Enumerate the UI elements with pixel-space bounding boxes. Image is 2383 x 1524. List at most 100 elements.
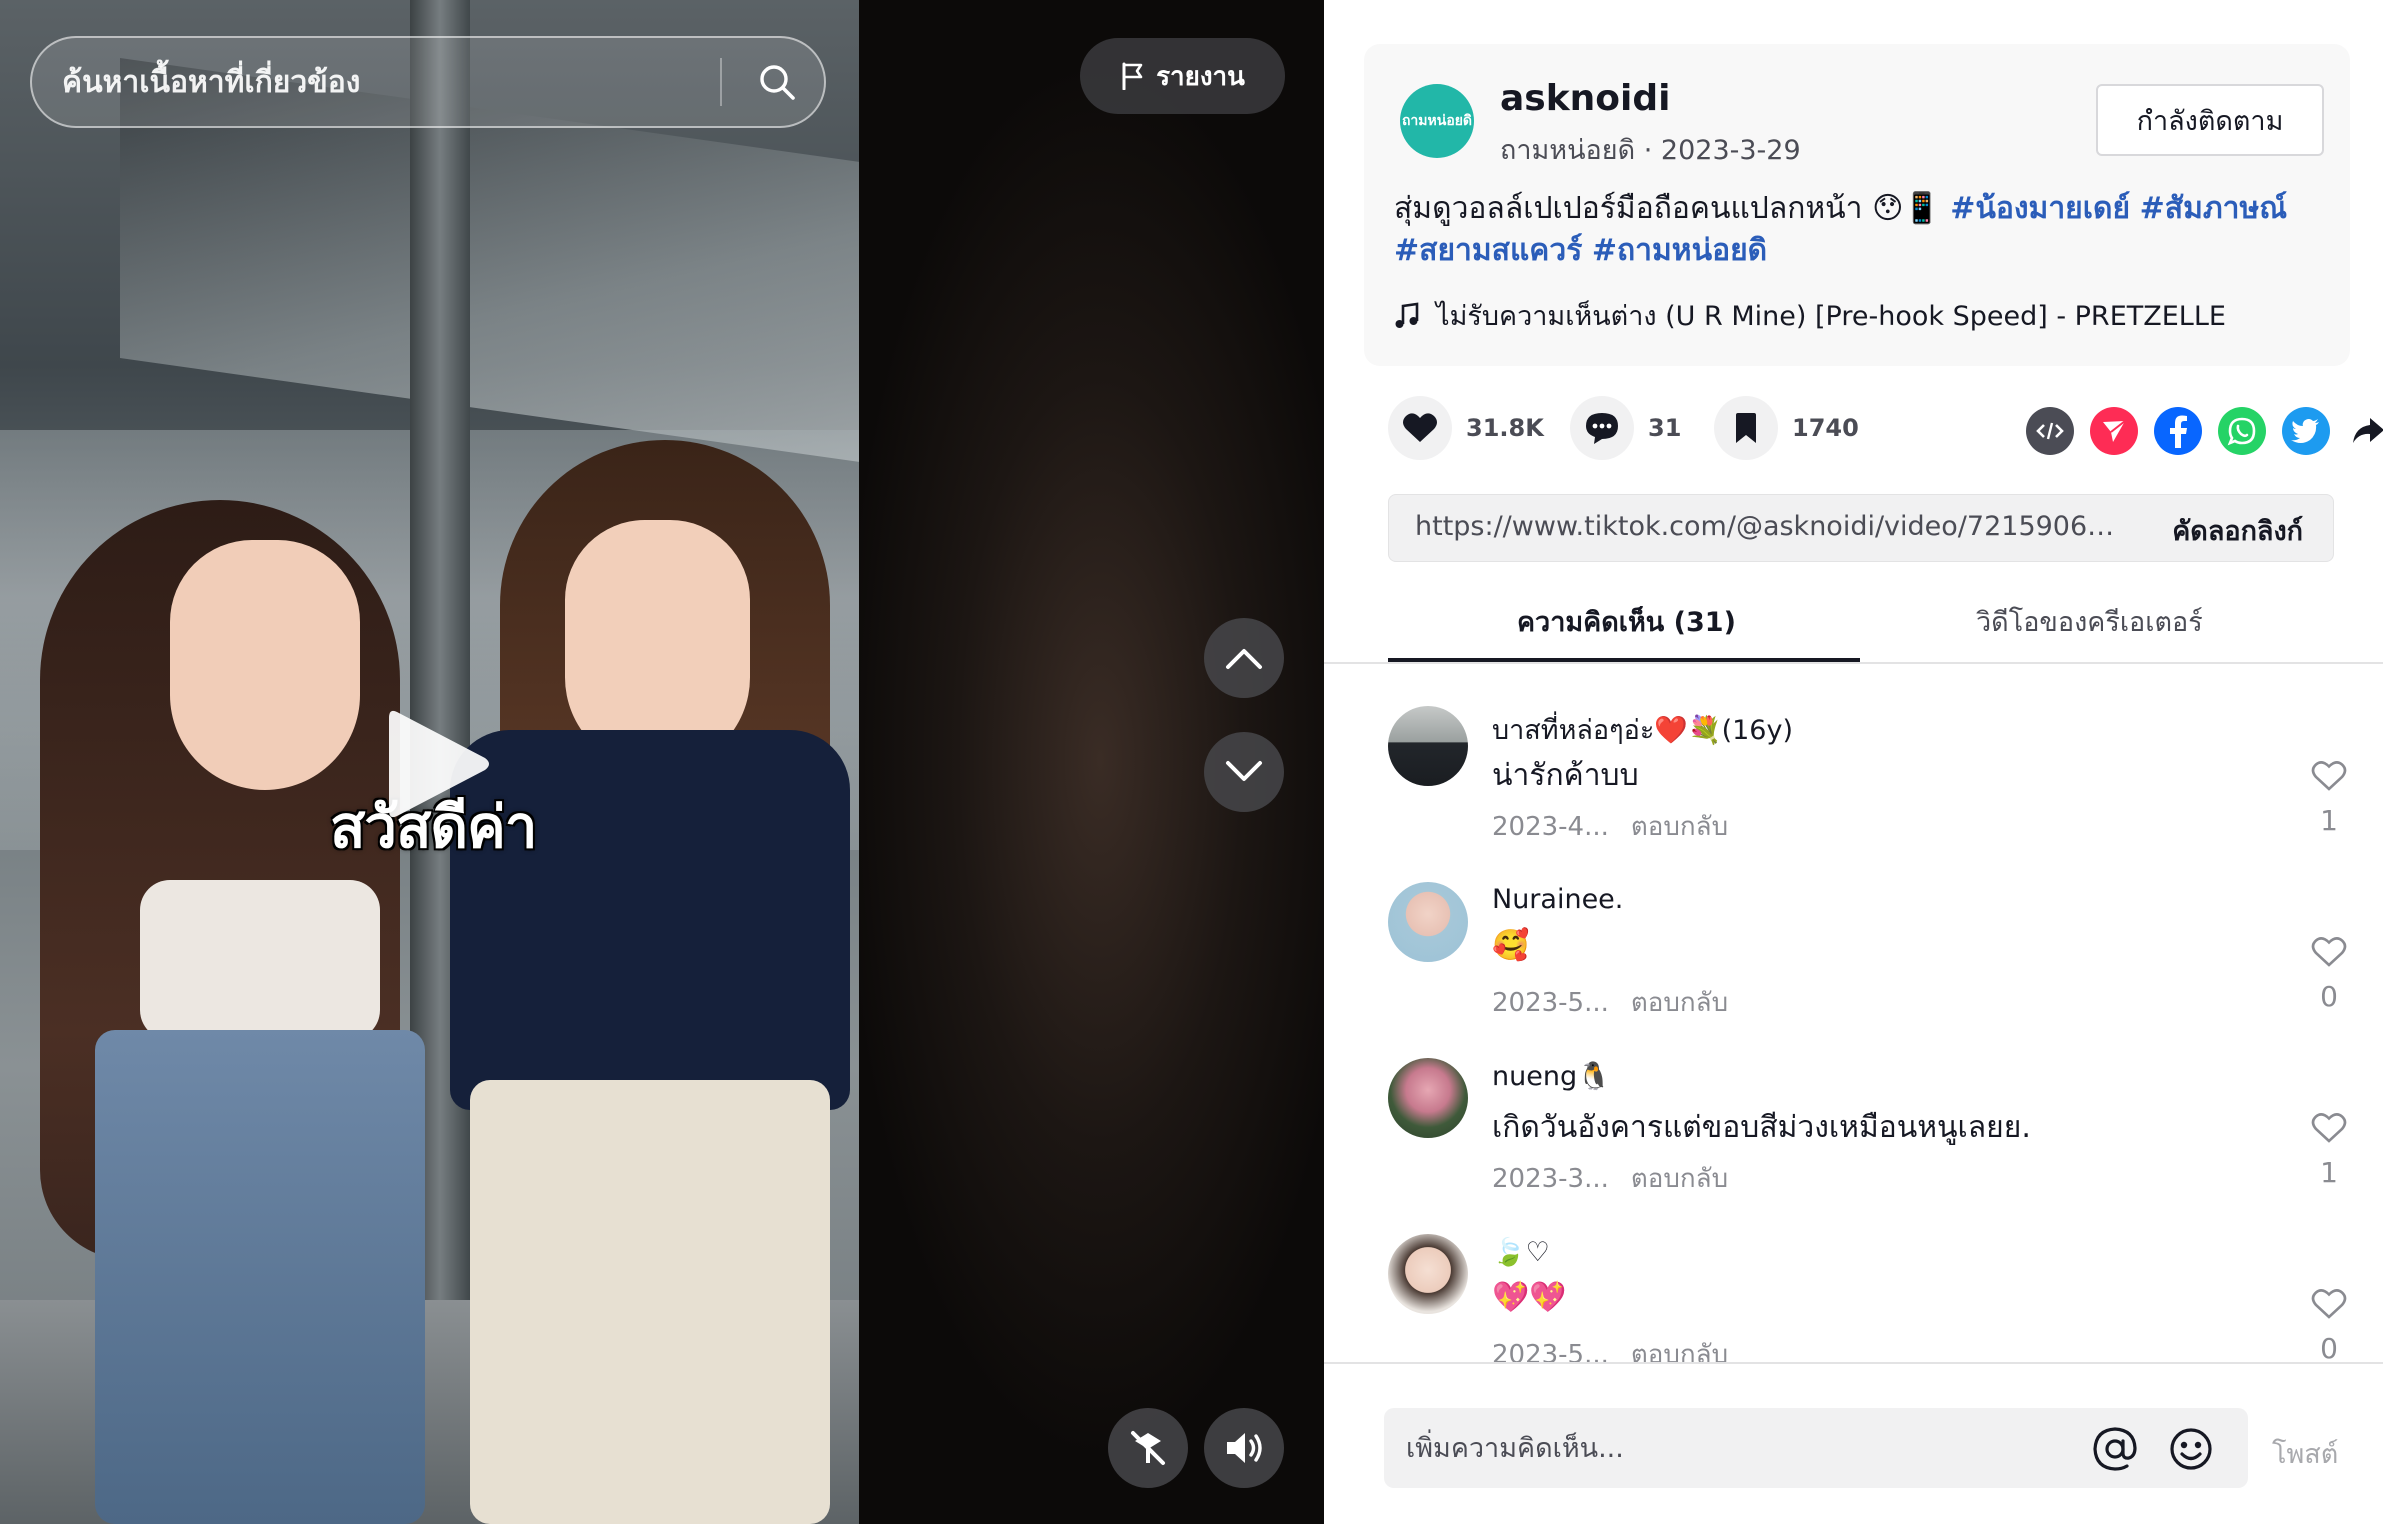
mention-icon[interactable] (2092, 1426, 2138, 1472)
comment-item: 🍃♡ 💖💖 2023-5... ตอบกลับ 0 (1388, 1194, 2347, 1362)
search-button[interactable] (742, 50, 812, 114)
comment-like-button[interactable] (2304, 936, 2354, 976)
floating-player-button[interactable] (1108, 1408, 1188, 1488)
like-button[interactable]: 31.8K (1388, 396, 1544, 460)
emoji-icon[interactable] (2168, 1426, 2214, 1472)
facebook-share-button[interactable] (2154, 407, 2202, 455)
twitter-share-button[interactable] (2282, 407, 2330, 455)
flag-icon (1122, 62, 1143, 90)
comment-button[interactable]: 31 (1570, 396, 1681, 460)
tab-comments[interactable]: ความคิดเห็น (31) (1517, 600, 1736, 643)
follow-button[interactable]: กำลังติดตาม (2096, 84, 2324, 156)
comment-username[interactable]: nueng🐧 (1492, 1060, 1611, 1092)
embed-button[interactable] (2026, 407, 2074, 455)
comment-composer: โพสต์ (1324, 1362, 2383, 1524)
author-subline: ถามหน่อยดิ · 2023-3-29 (1500, 128, 1801, 171)
whatsapp-share-button[interactable] (2218, 407, 2266, 455)
comment-date: 2023-5... (1492, 988, 1609, 1018)
tiktok-video-page: สวัสดีค่า รายงาน (0, 0, 2383, 1524)
link-box: https://www.tiktok.com/@asknoidi/video/7… (1388, 494, 2334, 562)
comment-meta: 2023-5... ตอบกลับ (1492, 1334, 1728, 1362)
comment-item: Nurainee. 🥰 2023-5... ตอบกลับ 0 (1388, 842, 2347, 1018)
heart-outline-icon (2311, 937, 2347, 967)
heart-outline-icon (2311, 761, 2347, 791)
comment-circle (1570, 396, 1634, 460)
comment-like-count: 1 (2320, 804, 2338, 837)
save-circle (1714, 396, 1778, 460)
twitter-icon (2291, 419, 2319, 443)
heart-outline-icon (2311, 1289, 2347, 1319)
send-to-friends-button[interactable] (2090, 407, 2138, 455)
comment-username[interactable]: 🍃♡ (1492, 1236, 1550, 1268)
comment-icon (1586, 413, 1618, 444)
description-text: สุ่มดูวอลล์เปเปอร์มือถือคนแปลกหน้า 😯📱 (1394, 191, 1941, 226)
author-username[interactable]: asknoidi (1500, 78, 1670, 119)
comment-like-button[interactable] (2304, 1112, 2354, 1152)
action-bar: 31.8K 31 1740 (1388, 396, 2383, 466)
person-left-top (140, 880, 380, 1040)
hashtag-link[interactable]: #สัมภาษณ์ (2140, 191, 2287, 226)
person-left-face (170, 540, 360, 790)
play-icon[interactable] (383, 704, 493, 824)
music-note-icon (1395, 302, 1419, 328)
more-share-button[interactable] (2344, 407, 2383, 455)
comment-like-button[interactable] (2304, 1288, 2354, 1328)
comment-input[interactable] (1406, 1408, 2066, 1488)
report-button[interactable]: รายงาน (1080, 38, 1285, 114)
person-right-pants (470, 1080, 830, 1524)
comment-avatar[interactable] (1388, 1234, 1468, 1314)
copy-link-button[interactable]: คัดลอกลิงก์ (2172, 509, 2303, 552)
reply-button[interactable]: ตอบกลับ (1631, 988, 1728, 1018)
video-link-text[interactable]: https://www.tiktok.com/@asknoidi/video/7… (1415, 511, 2115, 542)
chevron-up-icon (1226, 649, 1262, 669)
post-comment-button[interactable]: โพสต์ (2272, 1432, 2338, 1475)
reply-button[interactable]: ตอบกลับ (1631, 1340, 1728, 1362)
comment-like-button[interactable] (2304, 760, 2354, 800)
comment-meta: 2023-5... ตอบกลับ (1492, 982, 1728, 1023)
post-date: 2023-3-29 (1660, 135, 1801, 166)
comment-like-count: 0 (2320, 1332, 2338, 1362)
post-description: สุ่มดูวอลล์เปเปอร์มือถือคนแปลกหน้า 😯📱 #น… (1394, 188, 2324, 272)
comment-date: 2023-4... (1492, 812, 1609, 842)
comment-list[interactable]: บาสที่หล่อๆอ่ะ❤️💐(16y) น่ารักค้าบบ 2023-… (1324, 666, 2383, 1362)
person-left-jeans (95, 1030, 425, 1524)
floating-player-icon (1131, 1431, 1165, 1465)
embed-icon (2036, 422, 2064, 440)
like-count: 31.8K (1466, 414, 1544, 442)
hashtag-link[interactable]: #น้องมายเดย์ (1950, 191, 2130, 226)
video-frame[interactable]: สวัสดีค่า (0, 0, 859, 1524)
facebook-icon (2170, 415, 2187, 448)
volume-icon (1227, 1433, 1262, 1463)
report-label: รายงาน (1156, 61, 1245, 92)
volume-button[interactable] (1204, 1408, 1284, 1488)
author-avatar-text: ถามหน่อยดิ (1401, 113, 1473, 129)
comment-meta: 2023-4... ตอบกลับ (1492, 806, 1728, 847)
comment-avatar[interactable] (1388, 706, 1468, 786)
share-arrow-icon (2353, 418, 2383, 443)
comment-avatar[interactable] (1388, 1058, 1468, 1138)
comment-text: 🥰 (1492, 928, 1530, 963)
reply-button[interactable]: ตอบกลับ (1631, 812, 1728, 842)
tab-bar: ความคิดเห็น (31) วิดีโอของครีเอเตอร์ (1324, 586, 2383, 664)
hashtag-link[interactable]: #ถามหน่อยดิ (1592, 233, 1767, 268)
music-link[interactable]: ไม่รับความเห็นต่าง (U R Mine) [Pre-hook … (1394, 294, 2226, 337)
comment-date: 2023-3... (1492, 1164, 1609, 1194)
heart-outline-icon (2311, 1113, 2347, 1143)
comment-username[interactable]: บาสที่หล่อๆอ่ะ❤️💐(16y) (1492, 708, 1793, 751)
send-icon (2103, 420, 2126, 442)
hashtag-link[interactable]: #สยามสแควร์ (1394, 233, 1582, 268)
previous-video-button[interactable] (1204, 618, 1284, 698)
comment-text: เกิดวันอังคารแต่ขอบสีม่วงเหมือนหนูเลยย. (1492, 1110, 2031, 1145)
video-player[interactable]: สวัสดีค่า รายงาน (0, 0, 1324, 1524)
comment-username[interactable]: Nurainee. (1492, 884, 1623, 915)
reply-button[interactable]: ตอบกลับ (1631, 1164, 1728, 1194)
next-video-button[interactable] (1204, 732, 1284, 812)
author-avatar[interactable]: ถามหน่อยดิ (1400, 84, 1474, 158)
comment-input-wrap (1384, 1408, 2248, 1488)
comment-avatar[interactable] (1388, 882, 1468, 962)
comment-like-count: 1 (2320, 1156, 2338, 1189)
search-input[interactable] (62, 38, 722, 126)
comment-count: 31 (1648, 414, 1682, 442)
save-button[interactable]: 1740 (1714, 396, 1859, 460)
tab-creator-videos[interactable]: วิดีโอของครีเอเตอร์ (1976, 600, 2203, 643)
